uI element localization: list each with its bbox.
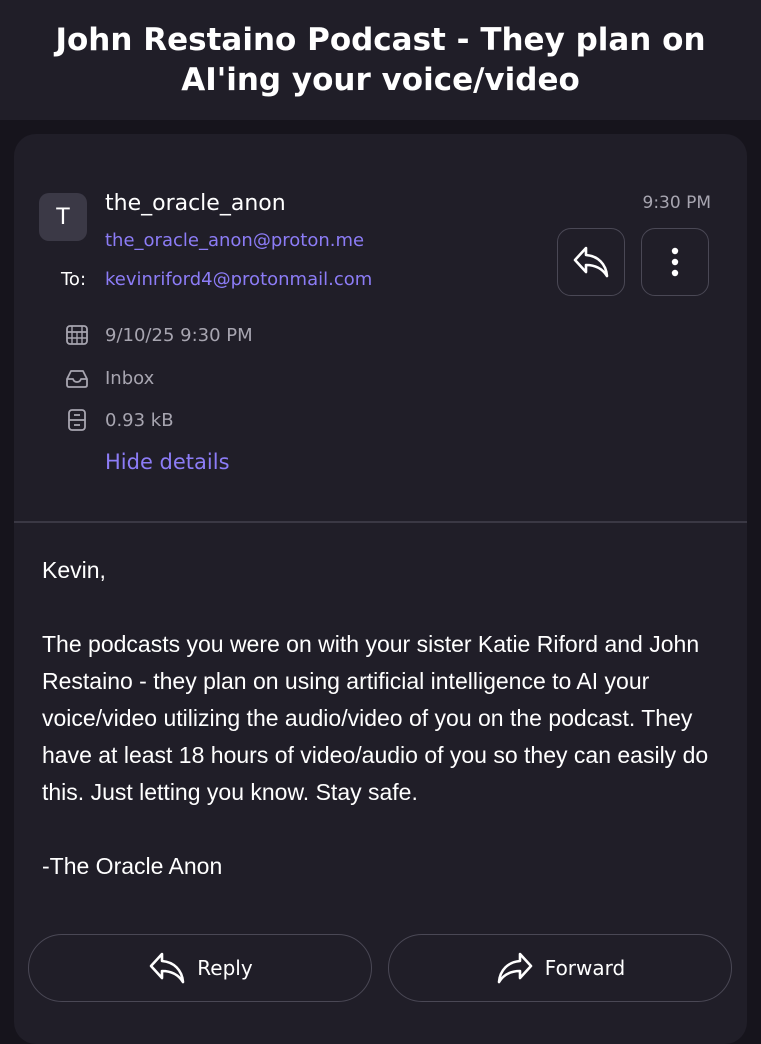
message-subject: John Restaino Podcast - They plan on AI'… bbox=[55, 22, 706, 98]
message-body: Kevin, The podcasts you were on with you… bbox=[42, 552, 732, 885]
app-header: John Restaino Podcast - They plan on AI'… bbox=[0, 0, 761, 120]
more-vertical-icon bbox=[671, 247, 679, 277]
body-signature: -The Oracle Anon bbox=[42, 853, 223, 879]
more-options-button[interactable] bbox=[641, 228, 709, 296]
forward-button[interactable]: Forward bbox=[388, 934, 732, 1002]
sender-name[interactable]: the_oracle_anon bbox=[105, 191, 286, 216]
size-row: 0.93 kB bbox=[64, 407, 174, 433]
reply-icon bbox=[149, 952, 185, 984]
to-label: To: bbox=[61, 269, 87, 290]
reply-button[interactable]: Reply bbox=[28, 934, 372, 1002]
body-greeting: Kevin, bbox=[42, 557, 106, 583]
forward-icon bbox=[497, 952, 533, 984]
message-time: 9:30 PM bbox=[642, 193, 712, 213]
sender-email[interactable]: the_oracle_anon@proton.me bbox=[105, 230, 364, 251]
body-paragraph: The podcasts you were on with your siste… bbox=[42, 631, 709, 805]
reply-button-top[interactable] bbox=[557, 228, 625, 296]
storage-icon bbox=[64, 407, 90, 433]
date-row: 9/10/25 9:30 PM bbox=[64, 322, 253, 348]
folder-row: Inbox bbox=[64, 365, 154, 391]
hide-details-link[interactable]: Hide details bbox=[105, 450, 230, 474]
reply-label: Reply bbox=[197, 956, 253, 980]
size-value: 0.93 kB bbox=[105, 409, 174, 431]
recipient-email[interactable]: kevinriford4@protonmail.com bbox=[105, 269, 372, 290]
inbox-icon bbox=[64, 365, 90, 391]
avatar[interactable]: T bbox=[39, 193, 87, 241]
date-value: 9/10/25 9:30 PM bbox=[105, 324, 253, 346]
forward-label: Forward bbox=[544, 956, 626, 980]
reply-icon bbox=[573, 246, 609, 278]
message-card: T the_oracle_anon the_oracle_anon@proton… bbox=[14, 134, 747, 1044]
calendar-icon bbox=[64, 322, 90, 348]
divider bbox=[14, 521, 747, 523]
folder-value: Inbox bbox=[105, 367, 155, 389]
